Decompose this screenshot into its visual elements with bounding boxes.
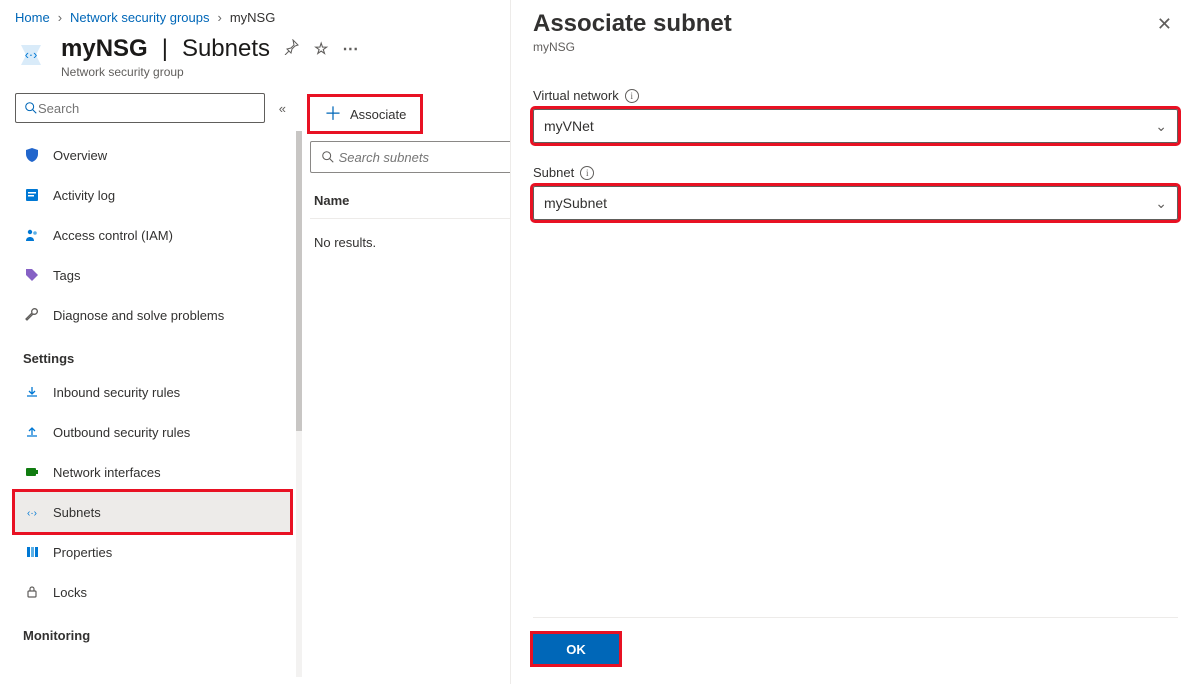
nav-tags[interactable]: Tags <box>15 255 290 295</box>
nic-icon <box>23 463 41 481</box>
associate-label: Associate <box>350 107 406 122</box>
nav-overview[interactable]: Overview <box>15 135 290 175</box>
plus-icon: ＋ <box>324 105 342 123</box>
subnet-icon: ‹·› <box>23 503 41 521</box>
nav-label: Subnets <box>53 505 101 520</box>
inbound-icon <box>23 383 41 401</box>
subnet-field-label: Subnet i <box>533 165 1178 180</box>
search-icon <box>24 101 38 115</box>
nav-label: Network interfaces <box>53 465 161 480</box>
nav-label: Tags <box>53 268 80 283</box>
nav-network-interfaces[interactable]: Network interfaces <box>15 452 290 492</box>
chevron-down-icon: ⌄ <box>1155 195 1167 212</box>
section-name: Subnets <box>182 35 270 63</box>
nav-outbound-rules[interactable]: Outbound security rules <box>15 412 290 452</box>
subnet-select[interactable]: mySubnet ⌄ <box>533 186 1178 220</box>
pin-icon[interactable] <box>284 39 300 60</box>
collapse-sidebar-button[interactable]: « <box>275 97 290 120</box>
breadcrumb-nsg-list[interactable]: Network security groups <box>70 10 209 25</box>
nav-activity-log[interactable]: Activity log <box>15 175 290 215</box>
nav-label: Access control (IAM) <box>53 228 173 243</box>
associate-button[interactable]: ＋ Associate <box>310 97 420 131</box>
nav-locks[interactable]: Locks <box>15 572 290 612</box>
vnet-select[interactable]: myVNet ⌄ <box>533 109 1178 143</box>
panel-title: Associate subnet <box>533 10 1151 38</box>
activity-log-icon <box>23 186 41 204</box>
chevron-right-icon: › <box>58 10 62 25</box>
breadcrumb-home[interactable]: Home <box>15 10 50 25</box>
nav-label: Locks <box>53 585 87 600</box>
nav-section-settings: Settings <box>15 335 290 372</box>
nav-label: Overview <box>53 148 107 163</box>
tag-icon <box>23 266 41 284</box>
properties-icon <box>23 543 41 561</box>
nav-label: Outbound security rules <box>53 425 190 440</box>
wrench-icon <box>23 306 41 324</box>
shield-icon <box>23 146 41 164</box>
vnet-selected-value: myVNet <box>544 118 594 134</box>
nav-diagnose[interactable]: Diagnose and solve problems <box>15 295 290 335</box>
associate-subnet-panel: Associate subnet myNSG ✕ Virtual network… <box>510 0 1200 684</box>
svg-text:‹·›: ‹·› <box>27 508 37 519</box>
info-icon[interactable]: i <box>580 166 594 180</box>
sidebar: « Overview Activity log Access control (… <box>0 93 300 677</box>
subnet-selected-value: mySubnet <box>544 195 607 211</box>
sidebar-search-input[interactable] <box>38 101 256 116</box>
nav-list: Overview Activity log Access control (IA… <box>15 135 290 649</box>
nav-label: Activity log <box>53 188 115 203</box>
sidebar-search[interactable] <box>15 93 265 123</box>
ok-button[interactable]: OK <box>533 634 619 664</box>
chevron-right-icon: › <box>217 10 221 25</box>
svg-text:‹·›: ‹·› <box>25 48 38 62</box>
nav-access-control[interactable]: Access control (IAM) <box>15 215 290 255</box>
people-icon <box>23 226 41 244</box>
close-icon: ✕ <box>1157 14 1172 34</box>
more-icon[interactable]: ⋯ <box>342 39 358 59</box>
nav-properties[interactable]: Properties <box>15 532 290 572</box>
nav-label: Properties <box>53 545 112 560</box>
close-panel-button[interactable]: ✕ <box>1151 10 1178 39</box>
breadcrumb-current: myNSG <box>230 10 276 25</box>
nav-inbound-rules[interactable]: Inbound security rules <box>15 372 290 412</box>
search-icon <box>321 150 335 164</box>
info-icon[interactable]: i <box>625 89 639 103</box>
panel-subtitle: myNSG <box>533 40 1151 54</box>
nsg-resource-icon: ‹·› <box>15 39 47 71</box>
outbound-icon <box>23 423 41 441</box>
nav-section-monitoring: Monitoring <box>15 612 290 649</box>
lock-icon <box>23 583 41 601</box>
vnet-field-label: Virtual network i <box>533 88 1178 103</box>
nav-label: Inbound security rules <box>53 385 180 400</box>
nav-subnets[interactable]: ‹·› Subnets <box>15 492 290 532</box>
star-icon[interactable]: ☆ <box>314 39 328 59</box>
nav-label: Diagnose and solve problems <box>53 308 224 323</box>
resource-name: myNSG <box>61 35 148 63</box>
chevron-down-icon: ⌄ <box>1155 118 1167 135</box>
